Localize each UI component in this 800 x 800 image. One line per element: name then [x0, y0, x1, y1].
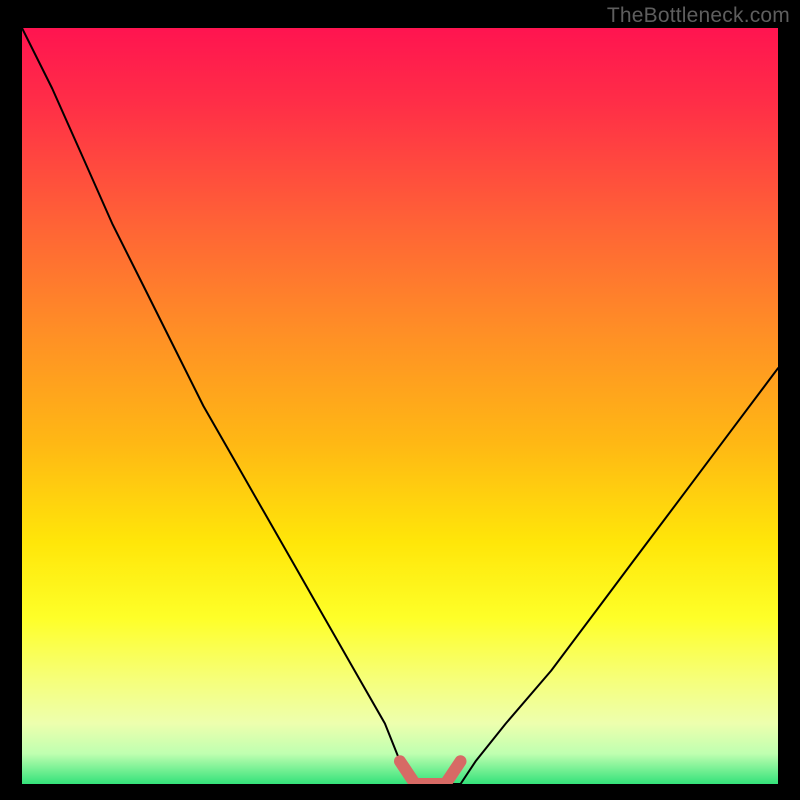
plot-area — [22, 28, 778, 784]
fit-range-marker-path — [400, 761, 461, 784]
bottleneck-curve-path — [22, 28, 778, 784]
watermark-text: TheBottleneck.com — [607, 4, 790, 28]
chart-frame: TheBottleneck.com — [0, 0, 800, 800]
curve-overlay — [22, 28, 778, 784]
